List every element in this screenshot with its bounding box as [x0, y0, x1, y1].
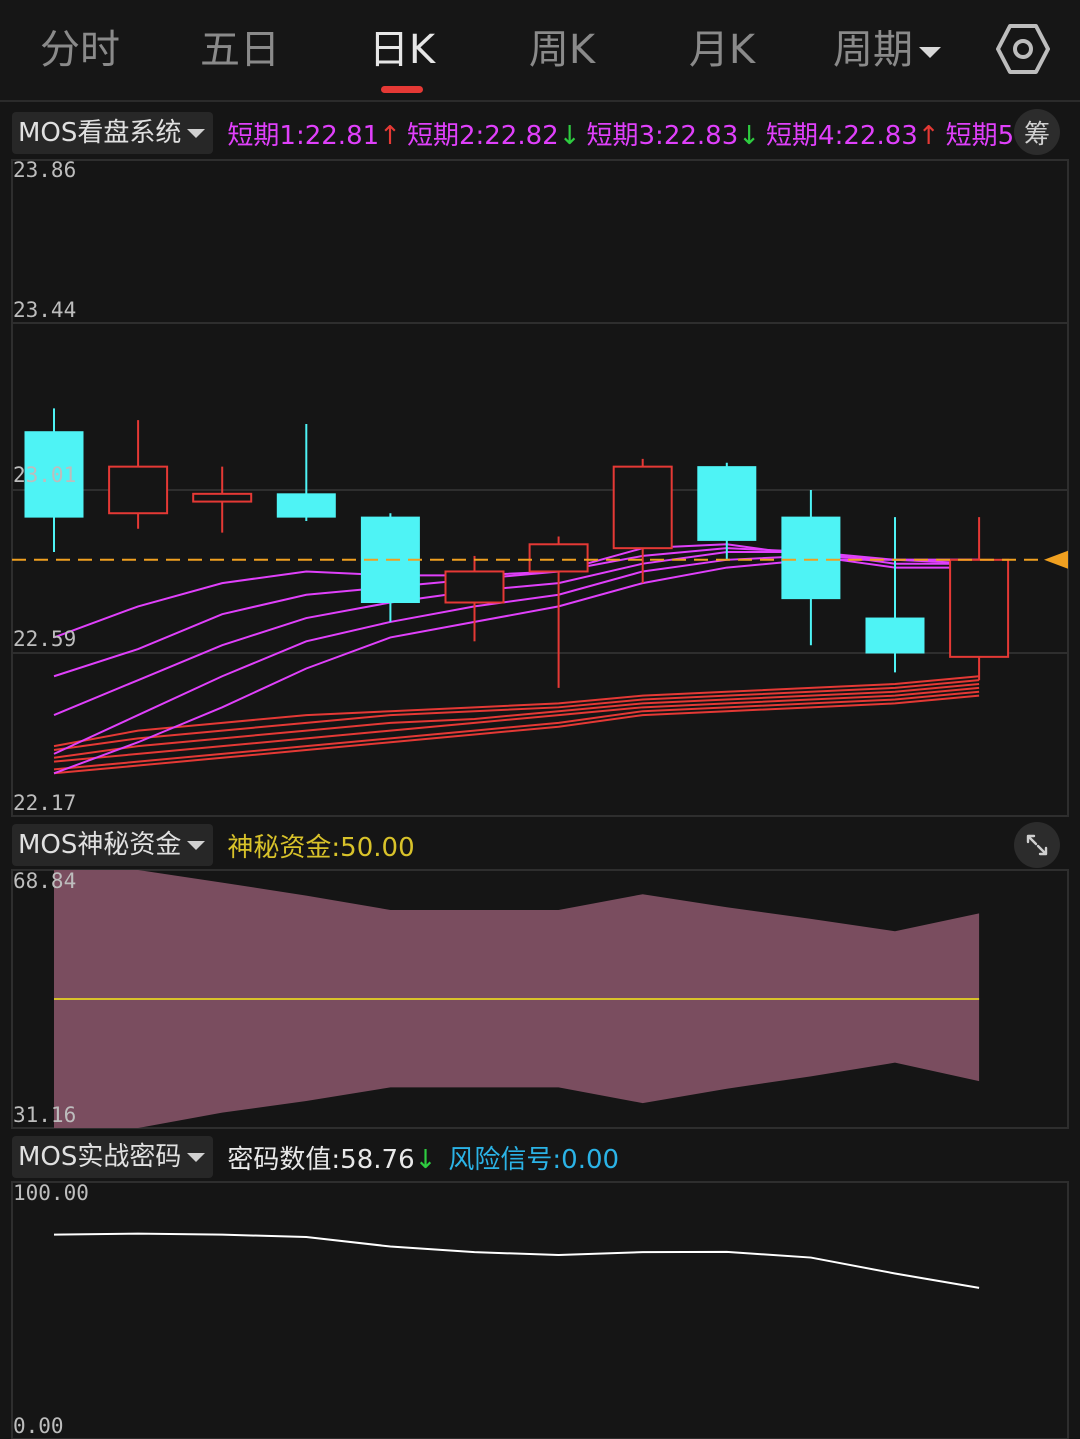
chevron-down-icon: [187, 840, 206, 850]
main-indicator-selector[interactable]: MOS看盘系统: [12, 112, 214, 154]
code-y-label: 100.00: [13, 1181, 89, 1205]
chevron-down-icon: [187, 1152, 206, 1162]
candle: [444, 555, 505, 642]
candle: [949, 517, 1010, 681]
code-indicator-name: MOS实战密码: [18, 1142, 182, 1172]
fund-indicator-bar: MOS神秘资金 神秘资金:50.00: [12, 824, 421, 866]
candle-body: [192, 492, 253, 503]
main-y-label: 22.59: [13, 627, 77, 651]
candle-body: [697, 466, 757, 541]
short-term-2: 短期2:22.82↓: [406, 120, 581, 151]
current-price-marker: [1044, 550, 1068, 569]
candle: [865, 517, 925, 673]
candle-body: [865, 617, 925, 654]
candle: [192, 466, 253, 533]
code-value-line: [53, 1232, 980, 1289]
candle: [108, 420, 169, 529]
candle: [612, 458, 673, 584]
fund-indicator-name: MOS神秘资金: [18, 830, 182, 860]
candle: [781, 489, 841, 646]
short-term-5: 短期5: [945, 120, 1015, 151]
fund-y-label: 68.84: [13, 869, 77, 893]
main-y-label: 23.01: [13, 463, 77, 487]
short-term-3: 短期3:22.83↓: [586, 120, 761, 151]
chip-distribution-button[interactable]: 筹: [1014, 109, 1060, 155]
candle: [276, 423, 336, 521]
candle-body: [949, 558, 1010, 658]
code-panel-frame: [11, 1181, 1069, 1439]
candle-body: [108, 465, 169, 515]
main-indicator-bar: MOS看盘系统 短期1:22.81↑ 短期2:22.82↓ 短期3:22.83↓…: [12, 112, 1020, 154]
risk-signal-value: 风险信号:0.00: [448, 1144, 620, 1175]
main-indicator-name: MOS看盘系统: [18, 118, 182, 148]
code-indicator-bar: MOS实战密码 密码数值:58.76↓ 风险信号:0.00: [12, 1136, 625, 1178]
candle-body: [276, 493, 336, 518]
candle: [528, 536, 589, 688]
fund-indicator-values: 神秘资金:50.00: [227, 827, 420, 864]
chart-canvas[interactable]: [0, 0, 1080, 1439]
candle-body: [528, 543, 589, 573]
main-y-label: 23.44: [13, 298, 77, 322]
fund-y-label: 31.16: [13, 1103, 77, 1127]
code-indicator-selector[interactable]: MOS实战密码: [12, 1136, 214, 1178]
main-y-label: 22.17: [13, 791, 77, 815]
code-indicator-values: 密码数值:58.76↓ 风险信号:0.00: [227, 1139, 625, 1176]
short-term-4: 短期4:22.83↑: [766, 120, 940, 151]
main-y-label: 23.86: [13, 158, 77, 182]
ma-red-line: [53, 683, 980, 759]
ma-red-line: [53, 675, 980, 748]
ma-red-line: [53, 694, 980, 775]
main-indicator-values: 短期1:22.81↑ 短期2:22.82↓ 短期3:22.83↓ 短期4:22.…: [227, 115, 1020, 152]
code-value: 密码数值:58.76↓: [227, 1144, 437, 1175]
chevron-down-icon: [187, 128, 206, 138]
candle-body: [444, 570, 505, 604]
fund-indicator-selector[interactable]: MOS神秘资金: [12, 824, 214, 866]
mystery-fund-value: 神秘资金:50.00: [227, 832, 415, 863]
short-term-1: 短期1:22.81↑: [227, 120, 401, 151]
code-y-label: 0.00: [13, 1414, 64, 1438]
candle-body: [781, 516, 841, 600]
candle-body: [612, 465, 673, 550]
expand-icon[interactable]: [1014, 822, 1060, 868]
